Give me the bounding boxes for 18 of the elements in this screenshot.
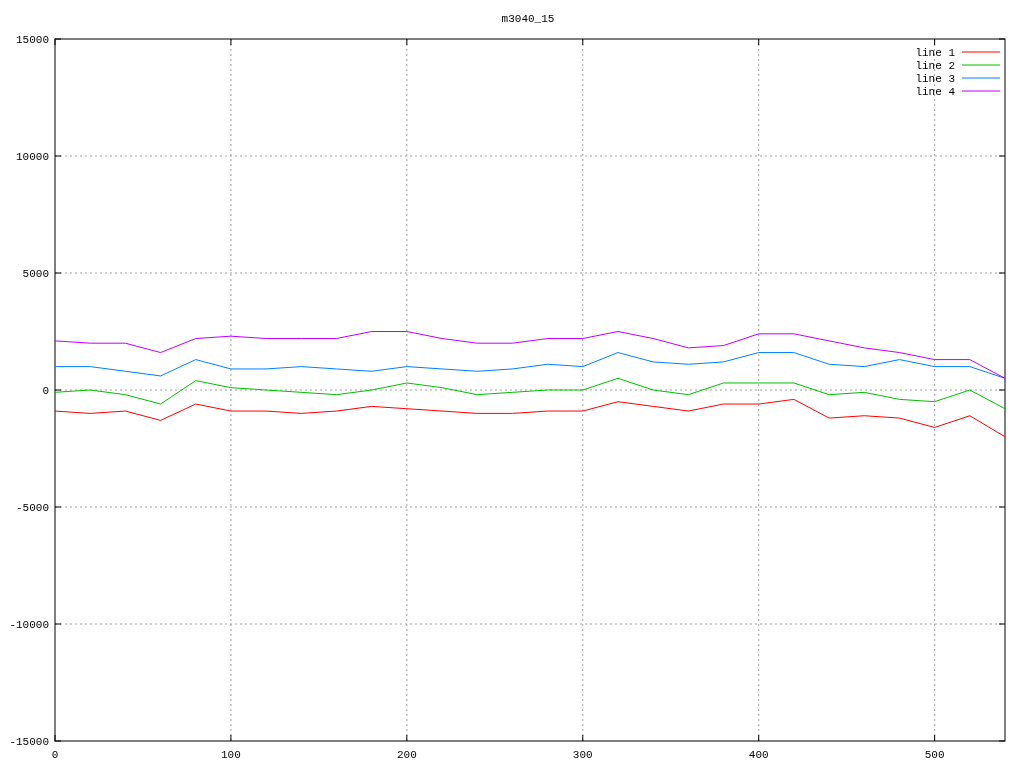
y-tick-label: 10000 <box>16 151 49 163</box>
y-tick-label: -15000 <box>9 736 49 748</box>
x-tick-label: 200 <box>396 749 417 761</box>
legend-label: line 1 <box>915 47 955 59</box>
legend-label: line 4 <box>915 86 955 98</box>
x-tick-label: 100 <box>221 749 241 761</box>
legend-label: line 3 <box>915 73 955 85</box>
y-tick-label: -10000 <box>9 619 49 631</box>
x-tick-label: 400 <box>748 749 769 761</box>
chart-title: m3040_15 <box>501 13 555 25</box>
x-tick-label: 0 <box>51 749 59 761</box>
legend-label: line 2 <box>915 60 955 72</box>
y-tick-label: 5000 <box>22 268 49 280</box>
y-tick-label: 0 <box>42 385 49 397</box>
y-tick-label: 15000 <box>16 34 49 46</box>
y-tick-label: -5000 <box>16 502 49 514</box>
x-tick-label: 500 <box>924 749 945 761</box>
x-tick-label: 300 <box>572 749 593 761</box>
